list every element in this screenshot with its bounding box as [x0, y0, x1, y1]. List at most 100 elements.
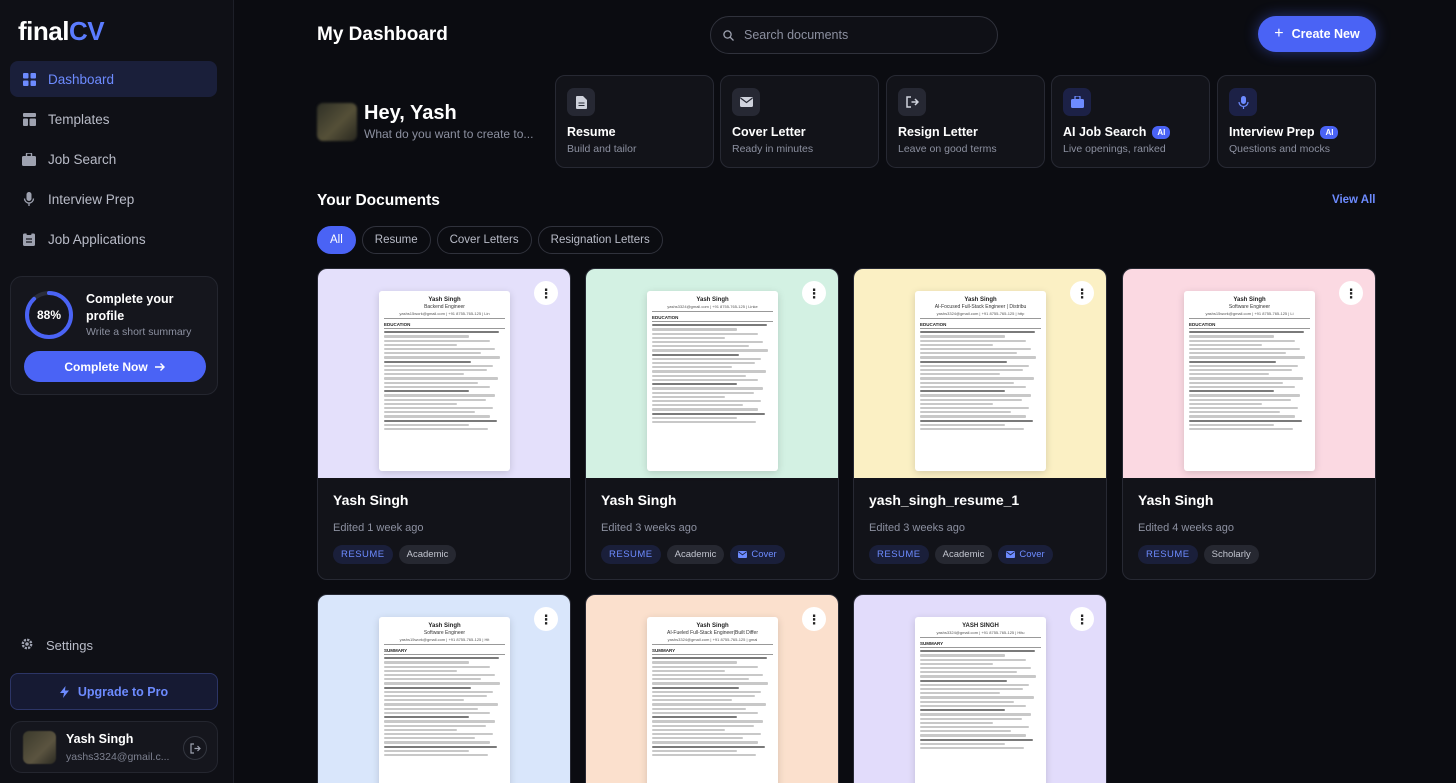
thumbnail-text-line [652, 720, 764, 723]
sidebar-item-settings[interactable]: Settings [20, 637, 93, 654]
more-options-icon[interactable]: ⋮ [802, 281, 826, 305]
thumbnail-role: Software Engineer [1228, 304, 1271, 310]
thumbnail-contact: yashs3324@gmail.com | +91 8755-765-125 |… [652, 637, 773, 645]
thumbnail-text-line [652, 340, 764, 344]
filter-resume[interactable]: Resume [361, 226, 431, 254]
thumbnail-text-line [652, 391, 754, 394]
thumbnail-text-line [652, 357, 761, 361]
quick-action-resume[interactable]: Resume Build and tailor [555, 75, 714, 168]
thumbnail-text-line [920, 683, 1029, 687]
tag-label: Academic [674, 549, 717, 560]
thumbnail-text-line [920, 373, 1000, 376]
sidebar-item-dashboard[interactable]: Dashboard [10, 61, 217, 97]
create-new-button[interactable]: + Create New [1258, 16, 1376, 52]
logo[interactable]: finalCV [18, 16, 105, 47]
quick-action-interview-prep[interactable]: Interview Prep AI Questions and mocks [1217, 75, 1376, 168]
sidebar-item-label: Job Applications [48, 231, 146, 247]
thumbnail-text-line [384, 754, 489, 757]
logout-icon [189, 742, 201, 754]
sidebar-item-templates[interactable]: Templates [10, 101, 217, 137]
thumbnail-text-line [652, 332, 759, 335]
more-options-icon[interactable]: ⋮ [802, 607, 826, 631]
thumbnail-text-line [652, 383, 737, 386]
thumbnail-text-line [384, 699, 464, 702]
thumbnail-name: Yash Singh [428, 297, 461, 303]
tag-cover: Cover [730, 545, 785, 564]
document-card[interactable]: YASH SINGH yashs3324@gmail.com | +91 8755… [853, 594, 1107, 783]
avatar [23, 731, 56, 764]
profile-percent: 88% [36, 308, 62, 322]
view-all-link[interactable]: View All [1332, 194, 1375, 206]
thumbnail-text-line [652, 395, 725, 398]
thumbnail-text-line [920, 747, 1025, 750]
layout-icon [22, 112, 36, 126]
document-icon [567, 88, 595, 116]
thumbnail-name: Yash Singh [696, 623, 729, 629]
document-card[interactable]: Yash Singh Backend Engineer yashs15work@gm… [317, 268, 571, 580]
document-card[interactable]: Yash Singh Software Engineer yashs15work@g… [1122, 268, 1376, 580]
page-title: My Dashboard [317, 24, 448, 45]
thumbnail-text-line [1189, 415, 1296, 418]
thumbnail-text-line [384, 749, 469, 753]
document-card[interactable]: Yash Singh Software Engineer yashs15work@g… [317, 594, 571, 783]
sidebar-item-label: Dashboard [48, 71, 115, 87]
document-card[interactable]: Yash Singh yashs3324@gmail.com | +91 8755… [585, 268, 839, 580]
thumbnail-text-line [920, 390, 1005, 393]
thumbnail-role: Software Engineer [423, 630, 466, 636]
thumbnail-text-line [652, 661, 737, 664]
filter-cover-letters[interactable]: Cover Letters [436, 226, 532, 254]
thumbnail-section-heading: SUMMARY [652, 648, 773, 655]
search-bar [710, 16, 998, 54]
thumbnail-text-line [1189, 390, 1274, 393]
more-options-icon[interactable]: ⋮ [1070, 281, 1094, 305]
greeting-title: Hey, Yash [364, 102, 457, 124]
thumbnail-text-line [1189, 360, 1277, 363]
quick-action-resign-letter[interactable]: Resign Letter Leave on good terms [886, 75, 1045, 168]
complete-now-button[interactable]: Complete Now [24, 351, 206, 382]
thumbnail-text-line [652, 324, 767, 327]
sidebar: finalCV Dashboard Templates Job Search I… [0, 0, 234, 783]
logout-button[interactable] [183, 736, 207, 760]
thumbnail-contact: yashs3324@gmail.com | +91 8755-765-125 |… [920, 630, 1041, 638]
thumbnail-section-heading: EDUCATION [652, 315, 773, 322]
thumbnail-section-heading: SUMMARY [384, 648, 505, 655]
sidebar-item-job-applications[interactable]: Job Applications [10, 221, 217, 257]
filter-all[interactable]: All [317, 226, 356, 254]
thumbnail-text-line [652, 716, 737, 719]
thumbnail-text-line [384, 352, 481, 355]
thumbnail-text-line [384, 657, 499, 660]
tag-label: Academic [942, 549, 985, 560]
filter-resignation-letters[interactable]: Resignation Letters [537, 226, 663, 254]
quick-action-cover-letter[interactable]: Cover Letter Ready in minutes [720, 75, 879, 168]
thumbnail-text-line [652, 682, 769, 685]
thumbnail-text-line [1189, 423, 1274, 427]
search-input[interactable] [744, 28, 964, 42]
sidebar-item-interview-prep[interactable]: Interview Prep [10, 181, 217, 217]
thumbnail-text-line [652, 724, 754, 727]
thumbnail-text-line [652, 686, 740, 689]
upgrade-to-pro-button[interactable]: Upgrade to Pro [10, 673, 218, 710]
more-options-icon[interactable]: ⋮ [1070, 607, 1094, 631]
document-card[interactable]: Yash Singh AI-Fueled Full-Stack Engineer|… [585, 594, 839, 783]
thumbnail-text-line [920, 356, 1037, 359]
more-options-icon[interactable]: ⋮ [534, 281, 558, 305]
quick-action-ai-job-search[interactable]: AI Job Search AI Live openings, ranked [1051, 75, 1210, 168]
sidebar-item-job-search[interactable]: Job Search [10, 141, 217, 177]
user-name: Yash Singh [66, 732, 134, 746]
settings-label: Settings [46, 638, 93, 653]
thumbnail-text-line [652, 690, 761, 694]
thumbnail-text-line [384, 686, 472, 689]
thumbnail-text-line [384, 678, 481, 681]
more-options-icon[interactable]: ⋮ [534, 607, 558, 631]
more-options-icon[interactable]: ⋮ [1339, 281, 1363, 305]
thumbnail-text-line [920, 679, 1008, 682]
thumbnail-text-line [652, 745, 765, 748]
document-card[interactable]: Yash Singh AI-Focused Full-Stack Engineer… [853, 268, 1107, 580]
grid-icon [22, 72, 36, 86]
thumbnail-text-line [920, 381, 1015, 384]
microphone-icon [1229, 88, 1257, 116]
thumbnail-text-line [384, 724, 486, 727]
thumbnail-role: AI-Fueled Full-Stack Engineer|Built Diff… [667, 630, 758, 636]
thumbnail-text-line [920, 423, 1005, 427]
thumbnail-text-line [652, 362, 755, 365]
